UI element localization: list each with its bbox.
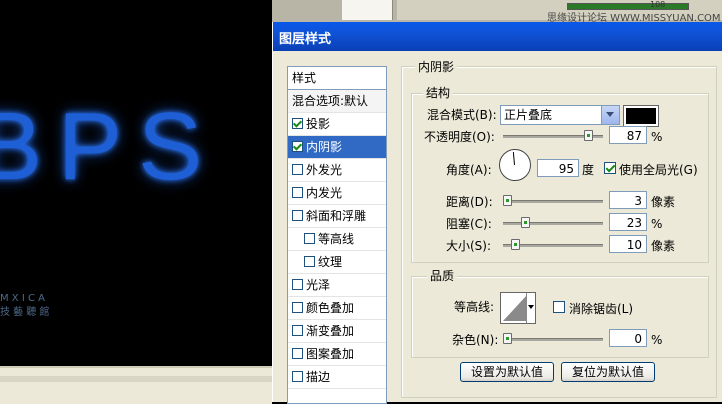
angle-label: 角度(A): <box>446 163 492 177</box>
style-item-label: 光泽 <box>306 278 331 292</box>
style-item-stroke[interactable]: 描边 <box>288 366 386 389</box>
style-list: 样式 混合选项:默认 投影 内阴影 外发光 内发光 斜面和浮雕 等高线 纹理 光… <box>287 66 387 404</box>
style-item-inner-glow[interactable]: 内发光 <box>288 182 386 205</box>
style-item-label: 颜色叠加 <box>306 301 355 315</box>
distance-label: 距离(D): <box>446 195 493 209</box>
style-item-label: 外发光 <box>306 163 343 177</box>
antialias-label[interactable]: 消除锯齿(L) <box>569 302 633 316</box>
size-label: 大小(S): <box>446 239 492 253</box>
contour-label: 等高线: <box>454 300 495 314</box>
size-slider[interactable] <box>503 239 603 250</box>
angle-dial[interactable] <box>499 149 531 181</box>
status-strip <box>0 366 272 404</box>
style-item-satin[interactable]: 光泽 <box>288 274 386 297</box>
checkbox-icon[interactable] <box>304 233 315 244</box>
style-list-header[interactable]: 样式 <box>288 67 386 90</box>
dialog-title: 图层样式 <box>279 32 332 47</box>
quality-legend: 品质 <box>427 269 458 283</box>
checkbox-icon[interactable] <box>292 325 303 336</box>
global-light-checkbox[interactable] <box>604 162 616 174</box>
contour-preview-icon <box>503 295 527 321</box>
style-item-label: 内发光 <box>306 186 343 200</box>
watermark-line-2: 技 藝 聽 館 <box>0 307 50 318</box>
blend-mode-label: 混合模式(B): <box>427 108 497 122</box>
style-item-label: 纹理 <box>318 255 343 269</box>
background-number: 108 <box>650 0 666 9</box>
opacity-unit: % <box>651 130 663 144</box>
set-default-button[interactable]: 设置为默认值 <box>460 362 554 382</box>
opacity-slider[interactable] <box>503 130 603 141</box>
choke-unit: % <box>651 217 663 231</box>
style-item-drop-shadow[interactable]: 投影 <box>288 113 386 136</box>
checkbox-icon[interactable] <box>292 279 303 290</box>
contour-picker[interactable] <box>500 292 536 324</box>
checkbox-icon[interactable] <box>292 348 303 359</box>
checkbox-icon[interactable] <box>292 371 303 382</box>
blend-mode-select[interactable]: 正片叠底 <box>500 105 620 125</box>
style-item-color-overlay[interactable]: 颜色叠加 <box>288 297 386 320</box>
size-input[interactable]: 10 <box>609 235 647 253</box>
style-item-label: 渐变叠加 <box>306 324 355 338</box>
style-item-label: 等高线 <box>318 232 355 246</box>
distance-input[interactable]: 3 <box>609 191 647 209</box>
size-slider-thumb[interactable] <box>511 239 520 250</box>
background-panels: 108 思缘设计论坛 WWW.MISSYUAN.COM <box>272 0 722 22</box>
checkbox-icon[interactable] <box>292 141 303 152</box>
blend-mode-value: 正片叠底 <box>504 108 553 122</box>
noise-input[interactable]: 0 <box>609 329 647 347</box>
opacity-input[interactable]: 87 <box>609 126 647 144</box>
opacity-label: 不透明度(O): <box>424 130 495 144</box>
canvas-watermark: M X I C A 技 藝 聽 館 <box>0 292 50 320</box>
structure-legend: 结构 <box>423 86 454 100</box>
watermark-line-1: M X I C A <box>0 293 45 304</box>
noise-unit: % <box>651 333 663 347</box>
site-watermark: 思缘设计论坛 WWW.MISSYUAN.COM <box>547 13 721 22</box>
style-item-bevel-emboss[interactable]: 斜面和浮雕 <box>288 205 386 228</box>
dialog-titlebar[interactable]: 图层样式 <box>273 22 722 51</box>
noise-slider[interactable] <box>503 333 603 344</box>
distance-slider-thumb[interactable] <box>503 195 512 206</box>
noise-slider-thumb[interactable] <box>503 333 512 344</box>
distance-unit: 像素 <box>651 195 676 209</box>
angle-unit: 度 <box>582 163 595 177</box>
chevron-down-icon[interactable] <box>601 106 619 124</box>
background-panel <box>342 0 393 20</box>
style-item-outer-glow[interactable]: 外发光 <box>288 159 386 182</box>
style-item-gradient-overlay[interactable]: 渐变叠加 <box>288 320 386 343</box>
angle-input[interactable]: 95 <box>537 159 579 177</box>
opacity-slider-thumb[interactable] <box>584 130 593 141</box>
checkbox-icon[interactable] <box>304 256 315 267</box>
choke-label: 阻塞(C): <box>446 217 492 231</box>
style-item-contour[interactable]: 等高线 <box>288 228 386 251</box>
style-item-pattern-overlay[interactable]: 图案叠加 <box>288 343 386 366</box>
checkbox-icon[interactable] <box>292 118 303 129</box>
style-item-label: 描边 <box>306 370 331 384</box>
style-item-label: 斜面和浮雕 <box>306 209 367 223</box>
blend-options-item[interactable]: 混合选项:默认 <box>288 90 386 113</box>
checkbox-icon[interactable] <box>292 302 303 313</box>
shadow-color-swatch[interactable] <box>623 105 659 127</box>
checkbox-icon[interactable] <box>292 210 303 221</box>
checkbox-icon[interactable] <box>292 164 303 175</box>
style-item-texture[interactable]: 纹理 <box>288 251 386 274</box>
style-item-label: 内阴影 <box>306 140 343 154</box>
size-unit: 像素 <box>651 239 676 253</box>
reset-default-button[interactable]: 复位为默认值 <box>561 362 655 382</box>
choke-input[interactable]: 23 <box>609 213 647 231</box>
style-item-inner-shadow[interactable]: 内阴影 <box>288 136 386 159</box>
style-item-label: 图案叠加 <box>306 347 355 361</box>
chevron-down-icon[interactable] <box>526 293 535 323</box>
global-light-label[interactable]: 使用全局光(G) <box>619 163 698 177</box>
style-item-label: 投影 <box>306 117 331 131</box>
document-canvas: BPS M X I C A 技 藝 聽 館 <box>0 0 272 372</box>
checkbox-icon[interactable] <box>292 187 303 198</box>
choke-slider[interactable] <box>503 217 603 228</box>
inner-shadow-legend: 内阴影 <box>415 60 458 74</box>
antialias-checkbox[interactable] <box>553 301 565 313</box>
canvas-text: BPS <box>0 93 219 200</box>
noise-label: 杂色(N): <box>452 333 499 347</box>
distance-slider[interactable] <box>503 195 603 206</box>
layer-style-dialog: 图层样式 样式 混合选项:默认 投影 内阴影 外发光 内发光 斜面和浮雕 等高线… <box>272 22 722 404</box>
choke-slider-thumb[interactable] <box>521 217 530 228</box>
